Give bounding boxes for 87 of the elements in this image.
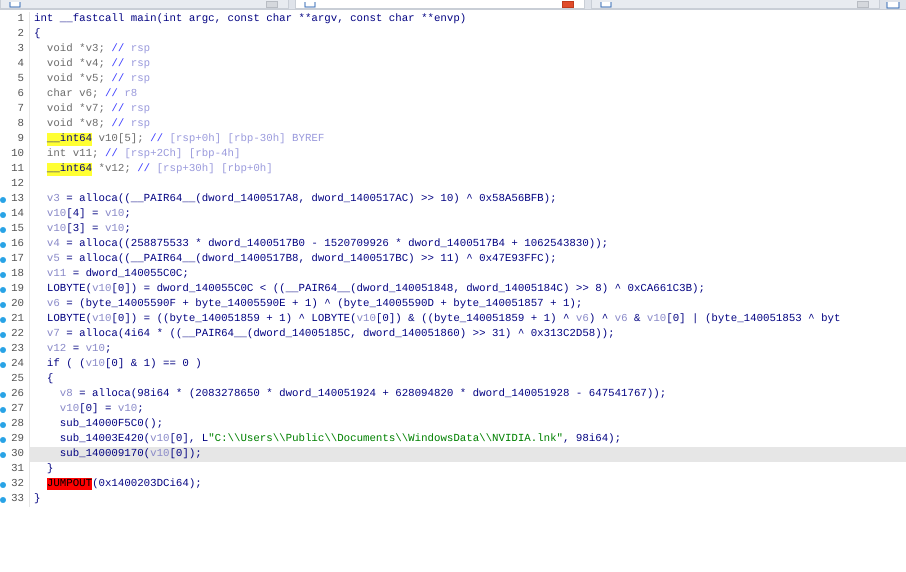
tab[interactable] [295, 0, 585, 9]
code-line: void *v7; // rsp [46, 102, 152, 117]
line-number: 7 [16, 102, 25, 117]
line-number: 28 [10, 417, 25, 432]
breakpoint-dot[interactable] [0, 452, 6, 458]
breakpoint-dot[interactable] [0, 196, 6, 202]
code-line: v4 = alloca((258875533 * dword_1400517B0 - 1520709926 * dword_1400517B4 + 1062543830)); [46, 237, 610, 252]
line-number: 19 [10, 282, 25, 297]
code-line: LOBYTE(v10[0]) = dword_140055C0C < ((__PAIR64__(dword_140051848, dword_14005184C) >> 8) ^ 0xCA661C3B); [46, 282, 706, 297]
code-line: sub_14000F5C0(); [58, 417, 164, 432]
code-line: if ( (v10[0] & 1) == 0 ) [46, 357, 203, 372]
breakpoint-dot[interactable] [0, 362, 6, 368]
breakpoint-dot[interactable] [0, 496, 6, 502]
code-line: v12 = v10; [46, 342, 112, 357]
line-number: 4 [16, 57, 25, 72]
line-number: 27 [10, 402, 25, 417]
code-line: v11 = dword_140055C0C; [46, 267, 190, 282]
line-number: 25 [10, 372, 25, 387]
breakpoint-dot[interactable] [0, 286, 6, 292]
line-number: 1 [16, 12, 25, 27]
breakpoint-dot[interactable] [0, 392, 6, 398]
line-number: 24 [10, 357, 25, 372]
breakpoint-dot[interactable] [0, 436, 6, 442]
breakpoint-dot[interactable] [0, 272, 6, 278]
line-number: 22 [10, 327, 25, 342]
code-line: { [46, 372, 54, 387]
code-line: { [33, 27, 42, 42]
code-line: void *v8; // rsp [46, 117, 152, 132]
line-number: 9 [16, 132, 25, 147]
code-line: void *v4; // rsp [46, 57, 152, 72]
line-number: 5 [16, 72, 25, 87]
line-number: 21 [10, 312, 25, 327]
breakpoint-dot[interactable] [0, 316, 6, 322]
line-number: 32 [10, 477, 25, 492]
breakpoint-dot[interactable] [0, 242, 6, 248]
line-number: 29 [10, 432, 25, 447]
line-number: 2 [16, 27, 25, 42]
line-number: 10 [10, 147, 25, 162]
line-number: 15 [10, 222, 25, 237]
close-icon[interactable] [562, 1, 574, 8]
window-icon[interactable] [886, 2, 900, 9]
code-line: v6 = (byte_14005590F + byte_14005590E + 1) ^ (byte_14005590D + byte_140051857 + 1); [46, 297, 584, 312]
code-line: char v6; // r8 [46, 87, 138, 102]
code-line: v10[3] = v10; [46, 222, 132, 237]
code-line: v7 = alloca(4i64 * ((__PAIR64__(dword_14005185C, dword_140051860) >> 31) ^ 0x313C2D58)); [46, 327, 616, 342]
code-line: JUMPOUT(0x1400203DCi64); [46, 477, 203, 492]
breakpoint-dot[interactable] [0, 482, 6, 488]
line-number: 11 [10, 162, 25, 177]
line-number: 30 [10, 447, 25, 462]
breakpoint-dot[interactable] [0, 302, 6, 308]
line-number: 8 [16, 117, 25, 132]
line-number: 23 [10, 342, 25, 357]
breakpoint-dot[interactable] [0, 346, 6, 352]
line-number: 6 [16, 87, 25, 102]
line-number: 16 [10, 237, 25, 252]
code-line: } [46, 462, 54, 477]
code-line: v3 = alloca((__PAIR64__(dword_1400517A8, dword_1400517AC) >> 10) ^ 0x58A56BFB); [46, 192, 558, 207]
window-icon [304, 2, 316, 8]
code-line: LOBYTE(v10[0]) = ((byte_140051859 + 1) ^ LOBYTE(v10[0]) & ((byte_140051859 + 1) ^ v6) ^ v6 & v10[0] | (byte_140051853 ^ byt [46, 312, 842, 327]
code-line: int v11; // [rsp+2Ch] [rbp-4h] [46, 147, 242, 162]
line-number: 18 [10, 267, 25, 282]
code-line: v10[0] = v10; [58, 402, 145, 417]
line-number: 12 [10, 177, 25, 192]
breakpoint-dot[interactable] [0, 256, 6, 262]
line-number: 17 [10, 252, 25, 267]
line-number: 33 [10, 492, 25, 507]
code-line: sub_14003E420(v10[0], L"C:\\Users\\Public\\Documents\\WindowsData\\NVIDIA.lnk", 98i64); [58, 432, 622, 447]
window-icon [9, 2, 21, 8]
line-number: 20 [10, 297, 25, 312]
code-line: void *v3; // rsp [46, 42, 152, 57]
line-number: 3 [16, 42, 25, 57]
code-line: void *v5; // rsp [46, 72, 152, 87]
code-line: } [33, 492, 42, 507]
code-line: v5 = alloca((__PAIR64__(dword_1400517B8, dword_1400517BC) >> 11) ^ 0x47E93FFC); [46, 252, 558, 267]
breakpoint-dot[interactable] [0, 226, 6, 232]
line-number: 26 [10, 387, 25, 402]
line-number: 13 [10, 192, 25, 207]
breakpoint-dot[interactable] [0, 332, 6, 338]
line-number: 14 [10, 207, 25, 222]
code-line: int __fastcall main(int argc, const char **argv, const char **envp) [33, 12, 468, 27]
breakpoint-dot[interactable] [0, 406, 6, 412]
line-number: 31 [10, 462, 25, 477]
breakpoint-dot[interactable] [0, 212, 6, 218]
breakpoint-dot[interactable] [0, 422, 6, 428]
code-line: v8 = alloca(98i64 * (2083278650 * dword_140051924 + 628094820 * dword_140051928 - 647541767)); [58, 387, 668, 402]
window-icon [600, 2, 612, 8]
code-line: v10[4] = v10; [46, 207, 132, 222]
